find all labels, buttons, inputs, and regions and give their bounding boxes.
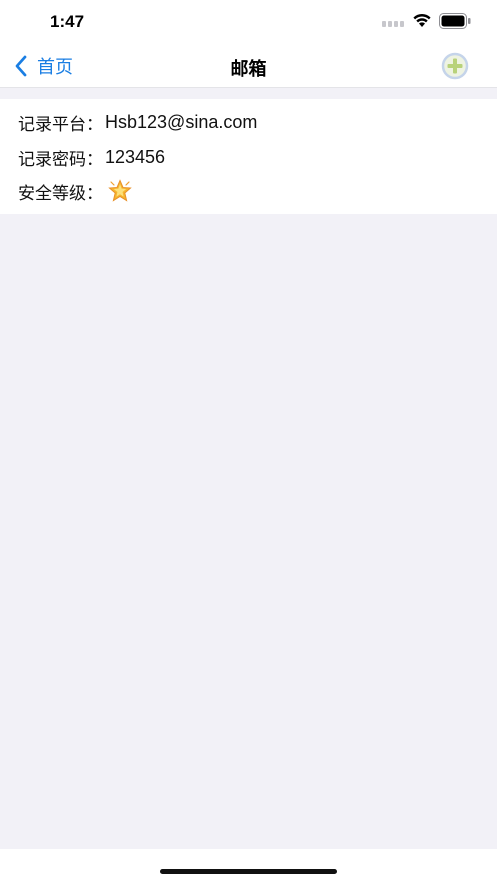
password-label: 记录密码： bbox=[18, 149, 103, 170]
page-title: 邮箱 bbox=[230, 59, 267, 80]
platform-value: Hsb123@sina.com bbox=[105, 111, 258, 132]
battery-icon bbox=[439, 13, 471, 29]
add-button[interactable] bbox=[440, 52, 470, 80]
status-time: 1:47 bbox=[50, 12, 85, 31]
security-label: 安全等级： bbox=[18, 183, 103, 204]
password-row: 记录密码： 123456 bbox=[18, 144, 165, 170]
security-row: 安全等级： bbox=[18, 178, 133, 204]
cellular-signal-icon bbox=[382, 21, 404, 27]
record-card: 记录平台： Hsb123@sina.com 记录密码： 123456 安全等级： bbox=[0, 99, 497, 214]
platform-label: 记录平台： bbox=[18, 114, 103, 135]
platform-row: 记录平台： Hsb123@sina.com bbox=[18, 109, 257, 135]
star-icon bbox=[108, 179, 132, 202]
home-indicator[interactable] bbox=[160, 869, 337, 874]
add-circle-icon bbox=[441, 52, 469, 80]
wifi-icon bbox=[413, 13, 431, 27]
home-bar bbox=[0, 849, 497, 883]
navigation-bar: 首页 邮箱 bbox=[0, 44, 497, 88]
password-value: 123456 bbox=[105, 146, 166, 167]
status-bar: 1:47 bbox=[0, 0, 497, 44]
